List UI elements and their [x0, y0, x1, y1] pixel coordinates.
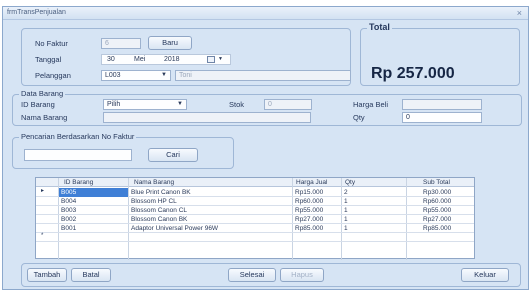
column-header-id-barang[interactable]: ID Barang — [62, 178, 124, 187]
harga-beli-field[interactable] — [402, 99, 482, 110]
main-window: frmTransPenjualan × No Faktur 6 Baru Tan… — [2, 6, 529, 290]
no-faktur-label: No Faktur — [35, 39, 68, 48]
tanggal-day: 30 — [107, 56, 115, 63]
pelanggan-combo[interactable]: L003 ▼ — [101, 70, 171, 81]
pelanggan-name-field[interactable]: Toni — [175, 70, 351, 81]
hapus-button[interactable]: Hapus — [280, 268, 324, 282]
data-barang-legend: Data Barang — [19, 89, 66, 98]
keluar-button[interactable]: Keluar — [461, 268, 509, 282]
grid-cell-harga[interactable]: Rp15.000 — [293, 188, 340, 197]
stok-label: Stok — [229, 100, 245, 109]
grid-cell-qty[interactable]: 1 — [342, 215, 405, 224]
tanggal-year: 2018 — [164, 56, 180, 63]
nama-barang-label: Nama Barang — [21, 113, 68, 122]
grid-cell-nama[interactable]: Blossom Canon BK — [129, 215, 291, 224]
column-header-qty[interactable]: Qty — [343, 178, 383, 187]
grid-cell-harga[interactable]: Rp60.000 — [293, 197, 340, 206]
grid-divider — [36, 241, 474, 242]
tanggal-label: Tanggal — [35, 55, 62, 64]
window-title: frmTransPenjualan — [7, 9, 66, 16]
grid-cell-qty[interactable]: 1 — [342, 224, 405, 233]
chevron-down-icon[interactable]: ▼ — [218, 55, 223, 64]
grid-cell-qty[interactable]: 1 — [342, 206, 405, 215]
pencarian-input[interactable] — [24, 149, 132, 161]
calendar-icon[interactable] — [207, 56, 215, 63]
total-legend: Total — [367, 22, 392, 32]
grid-cell-nama[interactable]: Adaptor Universal Power 96W — [129, 224, 291, 233]
column-header-nama-barang[interactable]: Nama Barang — [132, 178, 292, 187]
pelanggan-code: L003 — [105, 72, 121, 79]
chevron-down-icon[interactable]: ▼ — [161, 71, 167, 80]
grid-cell-harga[interactable]: Rp55.000 — [293, 206, 340, 215]
harga-beli-label: Harga Beli — [353, 100, 389, 109]
grid-cell-id[interactable]: B004 — [59, 197, 128, 206]
grid-divider — [406, 178, 407, 260]
tanggal-date-picker[interactable]: 30 Mei 2018 ▼ — [101, 54, 231, 65]
grid-cell-qty[interactable]: 2 — [342, 188, 405, 197]
pencarian-legend: Pencarian Berdasarkan No Faktur — [19, 132, 137, 141]
no-faktur-field[interactable]: 6 — [101, 38, 141, 49]
id-barang-combo[interactable]: Pilih ▼ — [103, 99, 187, 110]
qty-label: Qty — [353, 113, 365, 122]
items-grid[interactable]: ID Barang Nama Barang Harga Jual Qty Sub… — [35, 177, 475, 260]
id-barang-label: ID Barang — [21, 100, 55, 109]
cari-button[interactable]: Cari — [148, 148, 198, 162]
grid-cell-harga[interactable]: Rp27.000 — [293, 215, 340, 224]
tambah-button[interactable]: Tambah — [27, 268, 67, 282]
grid-cell-subtotal[interactable]: Rp30.000 — [421, 188, 475, 197]
grid-cell-subtotal[interactable]: Rp60.000 — [421, 197, 475, 206]
pelanggan-label: Pelanggan — [35, 71, 71, 80]
baru-button[interactable]: Baru — [148, 36, 192, 50]
grid-cell-subtotal[interactable]: Rp55.000 — [421, 206, 475, 215]
grid-cell-nama[interactable]: Blue Print Canon BK — [129, 188, 291, 197]
grid-cell-id[interactable]: B001 — [59, 224, 128, 233]
grid-cell-id[interactable]: B003 — [59, 206, 128, 215]
selesai-button[interactable]: Selesai — [228, 268, 276, 282]
chevron-down-icon[interactable]: ▼ — [177, 100, 183, 109]
new-row-indicator: * — [41, 233, 44, 239]
grid-cell-id[interactable]: B002 — [59, 215, 128, 224]
grid-cell-nama[interactable]: Blossom Canon CL — [129, 206, 291, 215]
stok-field[interactable]: 0 — [264, 99, 312, 110]
qty-field[interactable]: 0 — [402, 112, 482, 123]
grid-cell-qty[interactable]: 1 — [342, 197, 405, 206]
close-icon[interactable]: × — [517, 8, 522, 18]
grid-cell-subtotal[interactable]: Rp85.000 — [421, 224, 475, 233]
grid-cell-subtotal[interactable]: Rp27.000 — [421, 215, 475, 224]
tanggal-month: Mei — [134, 56, 146, 63]
total-value: Rp 257.000 — [371, 65, 455, 82]
current-row-indicator: ▸ — [41, 188, 45, 194]
batal-button[interactable]: Batal — [71, 268, 111, 282]
id-barang-value: Pilih — [107, 101, 121, 108]
grid-cell-id[interactable]: B005 — [59, 188, 128, 197]
grid-cell-harga[interactable]: Rp85.000 — [293, 224, 340, 233]
nama-barang-field[interactable] — [103, 112, 311, 123]
column-header-sub-total[interactable]: Sub Total — [421, 178, 475, 187]
title-bar: frmTransPenjualan × — [3, 7, 528, 20]
grid-cell-nama[interactable]: Blossom HP CL — [129, 197, 291, 206]
